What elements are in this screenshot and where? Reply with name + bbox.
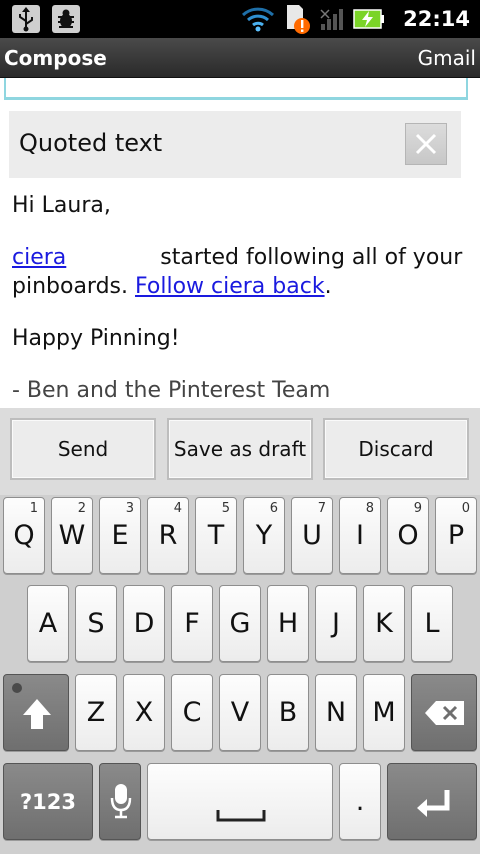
backspace-icon xyxy=(425,701,464,725)
symbols-key[interactable]: ?123 xyxy=(3,763,93,840)
message-line-2-text: pinboards. xyxy=(12,274,129,299)
action-bar: Send Save as draft Discard xyxy=(0,408,480,495)
shift-key[interactable] xyxy=(3,674,69,751)
key-l[interactable]: L xyxy=(411,585,453,662)
key-p[interactable]: 0P xyxy=(435,497,477,574)
discard-button[interactable]: Discard xyxy=(323,418,469,480)
status-bar: 22:14 xyxy=(0,0,480,38)
send-button[interactable]: Send xyxy=(10,418,156,480)
key-u[interactable]: 7U xyxy=(291,497,333,574)
key-d[interactable]: D xyxy=(123,585,165,662)
key-w[interactable]: 2W xyxy=(51,497,93,574)
user-link[interactable]: ciera xyxy=(12,245,66,270)
quoted-text-label: Quoted text xyxy=(19,129,163,157)
key-n[interactable]: N xyxy=(315,674,357,751)
account-label: Gmail xyxy=(417,46,476,70)
key-a[interactable]: A xyxy=(27,585,69,662)
key-f[interactable]: F xyxy=(171,585,213,662)
sd-card-alert-icon xyxy=(287,5,311,34)
quoted-text-bar: Quoted text xyxy=(9,111,461,178)
battery-charging-icon xyxy=(353,9,385,29)
debug-bug-icon xyxy=(52,5,80,33)
shift-arrow-icon xyxy=(23,699,51,729)
enter-icon xyxy=(417,790,450,817)
key-g[interactable]: G xyxy=(219,585,261,662)
period-key[interactable]: . xyxy=(339,763,381,840)
wifi-icon xyxy=(242,7,275,32)
page-title: Compose xyxy=(4,46,107,70)
key-k[interactable]: K xyxy=(363,585,405,662)
key-y[interactable]: 6Y xyxy=(243,497,285,574)
message-line-2: pinboards. Follow ciera back. xyxy=(12,272,468,301)
signoff-text: - Ben and the Pinterest Team xyxy=(12,378,331,403)
key-e[interactable]: 3E xyxy=(99,497,141,574)
key-b[interactable]: B xyxy=(267,674,309,751)
voice-input-key[interactable] xyxy=(99,763,141,840)
key-o[interactable]: 9O xyxy=(387,497,429,574)
compose-area[interactable]: Quoted text Hi Laura, ciera started foll… xyxy=(0,78,480,408)
follow-back-link[interactable]: Follow ciera back xyxy=(135,274,325,299)
clock: 22:14 xyxy=(403,7,470,31)
backspace-key[interactable] xyxy=(411,674,477,751)
greeting-text: Hi Laura, xyxy=(12,193,111,218)
key-i[interactable]: 8I xyxy=(339,497,381,574)
remove-quoted-button[interactable] xyxy=(405,123,447,165)
message-line-1-text: started following all of your xyxy=(160,245,463,270)
happy-pinning-text: Happy Pinning! xyxy=(12,326,180,351)
key-h[interactable]: H xyxy=(267,585,309,662)
key-x[interactable]: X xyxy=(123,674,165,751)
key-v[interactable]: V xyxy=(219,674,261,751)
screen: 22:14 Compose Gmail Quoted text Hi Laura… xyxy=(0,0,480,854)
key-j[interactable]: J xyxy=(315,585,357,662)
close-icon xyxy=(415,133,437,155)
soft-keyboard: 1Q 2W 3E 4R 5T 6Y 7U 8I 9O 0P A S D F G … xyxy=(0,495,480,854)
caps-indicator-icon xyxy=(12,683,22,693)
signal-icon xyxy=(320,9,344,30)
space-key[interactable] xyxy=(147,763,333,840)
space-bar-icon xyxy=(216,810,266,822)
enter-key[interactable] xyxy=(387,763,477,840)
key-q[interactable]: 1Q xyxy=(3,497,45,574)
save-draft-button[interactable]: Save as draft xyxy=(167,418,313,480)
message-line-2-end: . xyxy=(324,274,332,299)
title-bar: Compose Gmail xyxy=(0,38,480,78)
subject-field[interactable] xyxy=(4,78,468,100)
key-m[interactable]: M xyxy=(363,674,405,751)
key-t[interactable]: 5T xyxy=(195,497,237,574)
key-z[interactable]: Z xyxy=(75,674,117,751)
message-line-1: ciera started following all of your xyxy=(12,243,468,272)
key-r[interactable]: 4R xyxy=(147,497,189,574)
usb-icon xyxy=(12,5,40,33)
key-c[interactable]: C xyxy=(171,674,213,751)
key-s[interactable]: S xyxy=(75,585,117,662)
microphone-icon xyxy=(110,784,132,819)
